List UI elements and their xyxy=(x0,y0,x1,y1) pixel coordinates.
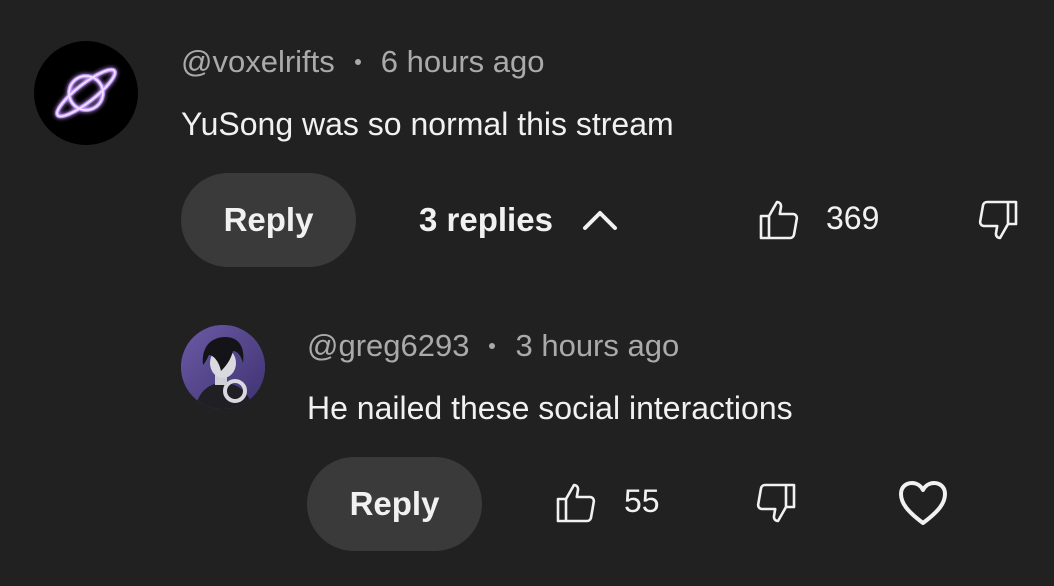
comment-thread: @voxelrifts 6 hours ago YuSong was so no… xyxy=(0,0,1054,586)
reply-button[interactable]: Reply xyxy=(181,173,356,267)
dislike-button[interactable] xyxy=(972,194,1024,246)
reply-meta: @greg6293 3 hours ago xyxy=(307,326,679,366)
comment-author[interactable]: @voxelrifts xyxy=(181,44,335,80)
reply-text: He nailed these social interactions xyxy=(307,390,793,426)
avatar[interactable] xyxy=(34,41,138,145)
heart-button[interactable] xyxy=(896,478,950,528)
thumbs-up-icon xyxy=(759,200,799,240)
chevron-up-icon xyxy=(581,208,619,232)
comment-meta: @voxelrifts 6 hours ago xyxy=(181,42,545,82)
dislike-button[interactable] xyxy=(750,477,802,529)
planet-icon xyxy=(55,67,117,119)
reply-button[interactable]: Reply xyxy=(307,457,482,551)
like-button[interactable] xyxy=(753,194,805,246)
replies-toggle[interactable]: 3 replies xyxy=(419,195,619,245)
comment-text: YuSong was so normal this stream xyxy=(181,106,674,142)
character-avatar-icon xyxy=(181,325,265,409)
reply-timestamp: 3 hours ago xyxy=(515,328,680,363)
comment-timestamp: 6 hours ago xyxy=(380,44,545,79)
like-count: 55 xyxy=(624,483,660,519)
thumbs-down-icon xyxy=(756,483,796,523)
reply-avatar[interactable] xyxy=(181,325,265,409)
separator-dot xyxy=(354,59,361,65)
like-count: 369 xyxy=(826,200,880,236)
like-button[interactable] xyxy=(550,477,602,529)
thumbs-down-icon xyxy=(978,200,1018,240)
separator-dot xyxy=(489,343,496,349)
reply-author[interactable]: @greg6293 xyxy=(307,328,469,364)
replies-count-label: 3 replies xyxy=(419,201,553,238)
heart-icon xyxy=(899,481,947,525)
thumbs-up-icon xyxy=(556,483,596,523)
